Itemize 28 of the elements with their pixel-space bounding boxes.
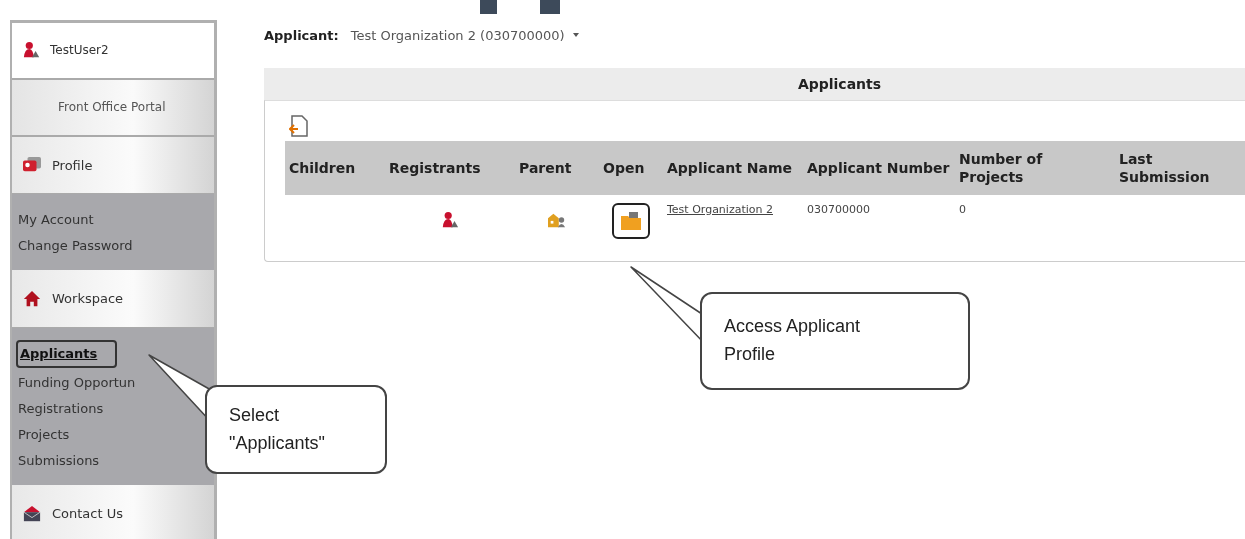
column-header: Last Submission	[1119, 151, 1210, 185]
user-name[interactable]: TestUser2	[50, 43, 109, 58]
column-header: Number of Projects	[959, 151, 1043, 185]
section-header[interactable]: Workspace	[12, 270, 214, 329]
menu-item[interactable]: Change Password	[16, 232, 139, 259]
menu-item[interactable]: Projects	[16, 421, 76, 448]
menu-item[interactable]: My Account	[16, 206, 100, 233]
section-header[interactable]: Contact Us	[12, 485, 214, 539]
column-header: Open	[603, 160, 645, 176]
applicant-name-link[interactable]: Test Organization 2	[667, 203, 773, 216]
callout-text: Select "Applicants"	[229, 405, 325, 453]
column-header: Applicant Name	[667, 160, 792, 176]
section-header[interactable]: Profile	[12, 136, 214, 195]
column-header: Children	[289, 160, 356, 176]
menu-item[interactable]: Submissions	[16, 447, 106, 474]
menu-item[interactable]: Registrations	[16, 395, 110, 422]
table-cell: 0	[959, 203, 966, 216]
column-header: Registrants	[389, 160, 481, 176]
portal-link[interactable]: Front Office Portal	[12, 79, 214, 137]
applicant-label: Applicant:	[264, 27, 339, 43]
callout-text: Access Applicant Profile	[724, 316, 861, 364]
panel-title: Applicants	[797, 76, 882, 92]
column-header: Applicant Number	[807, 160, 950, 176]
applicant-dropdown[interactable]: Test Organization 2 (030700000)	[346, 25, 583, 45]
menu-item[interactable]: Applicants	[16, 340, 118, 369]
table-cell: 030700000	[807, 203, 870, 216]
column-header: Parent	[519, 160, 572, 176]
menu-item[interactable]: Funding Opportun	[16, 369, 142, 396]
